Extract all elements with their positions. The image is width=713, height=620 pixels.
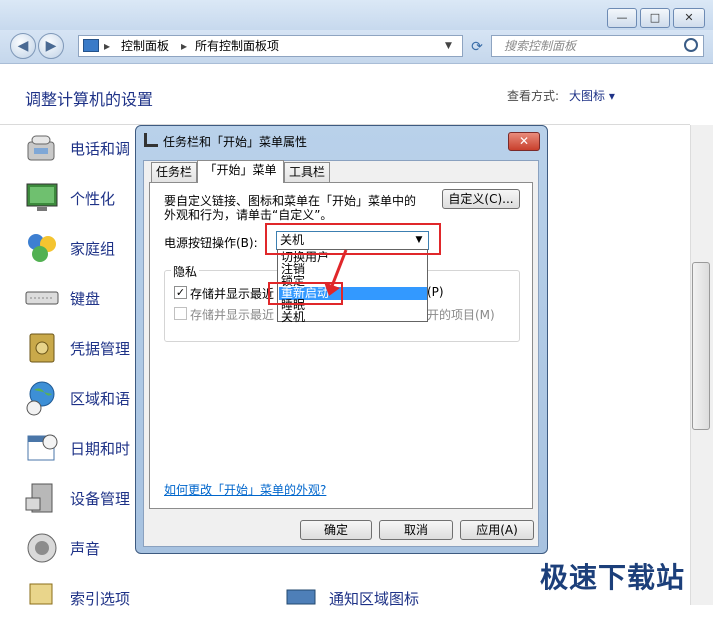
- control-panel-icon: [83, 39, 99, 52]
- speaker-icon: [24, 530, 60, 566]
- minimize-button[interactable]: —: [607, 8, 637, 28]
- watermark-logo: 极速下载站: [540, 561, 686, 594]
- item-label: 日期和时: [70, 440, 131, 458]
- personalization-icon: [24, 180, 60, 216]
- homegroup-icon: [24, 230, 60, 266]
- address-bar[interactable]: ▸ 控制面板 ▸ 所有控制面板项 ▼: [78, 35, 463, 57]
- globe-clock-icon: [24, 380, 60, 416]
- close-window-button[interactable]: ✕: [673, 8, 705, 28]
- breadcrumb-separator: ▸: [181, 39, 188, 53]
- breadcrumb-separator: ▸: [104, 39, 111, 53]
- privacy-option1-label: 存储并显示最近: [190, 287, 275, 301]
- item-label: 设备管理: [70, 490, 131, 508]
- back-arrow-icon: ◀: [17, 38, 29, 54]
- forward-button[interactable]: ▶: [38, 33, 64, 59]
- dialog-title: 任务栏和「开始」菜单属性: [163, 135, 308, 149]
- scrollbar-thumb[interactable]: [692, 262, 710, 430]
- view-by-label: 查看方式:: [507, 89, 560, 103]
- tab-taskbar[interactable]: 任务栏: [151, 162, 197, 182]
- refresh-icon[interactable]: ⟳: [468, 38, 486, 56]
- item-label: 通知区域图标: [329, 590, 420, 608]
- item-label: 区域和语: [70, 390, 131, 408]
- privacy-recent-programs-checkbox[interactable]: ✓: [174, 286, 187, 299]
- start-menu-appearance-link[interactable]: 如何更改「开始」菜单的外观?: [164, 481, 326, 498]
- indexing-icon: [24, 580, 60, 616]
- forward-arrow-icon: ▶: [45, 38, 57, 54]
- dialog-close-button[interactable]: ✕: [508, 132, 540, 151]
- device-manager-icon: [24, 480, 60, 516]
- tab-start-menu[interactable]: 「开始」菜单: [197, 160, 284, 183]
- item-label: 索引选项: [70, 590, 131, 608]
- item-label: 家庭组: [70, 240, 116, 258]
- phone-icon: [24, 130, 60, 166]
- description-line2: 外观和行为，请单击“自定义”。: [164, 208, 333, 222]
- privacy-option2-label: 存储并显示最近: [190, 308, 275, 322]
- address-dropdown-icon[interactable]: ▼: [445, 36, 452, 56]
- item-label: 键盘: [70, 290, 101, 308]
- back-button[interactable]: ◀: [10, 33, 36, 59]
- view-by-dropdown[interactable]: 大图标 ▾: [569, 89, 615, 103]
- item-label: 声音: [70, 540, 101, 558]
- customize-button[interactable]: 自定义(C)...: [442, 189, 520, 209]
- item-label: 个性化: [70, 190, 116, 208]
- apply-button[interactable]: 应用(A): [460, 520, 534, 540]
- privacy-recent-items-checkbox[interactable]: [174, 307, 187, 320]
- vault-icon: [24, 330, 60, 366]
- breadcrumb-control-panel[interactable]: 控制面板: [121, 36, 169, 56]
- privacy-group-label: 隐私: [171, 263, 200, 280]
- taskbar-icon: [144, 133, 158, 147]
- tab-toolbars[interactable]: 工具栏: [284, 162, 330, 182]
- option-shut-down[interactable]: 关机: [279, 311, 427, 324]
- cancel-button[interactable]: 取消: [379, 520, 453, 540]
- notification-icon: [283, 580, 319, 616]
- item-label: 凭据管理: [70, 340, 131, 358]
- search-icon[interactable]: [684, 38, 698, 52]
- keyboard-icon: [24, 280, 60, 316]
- item-label: 电话和调: [70, 140, 131, 158]
- calendar-clock-icon: [24, 430, 60, 466]
- maximize-button[interactable]: □: [640, 8, 670, 28]
- breadcrumb-all-items[interactable]: 所有控制面板项: [195, 36, 279, 56]
- page-title: 调整计算机的设置: [25, 90, 154, 109]
- ok-button[interactable]: 确定: [300, 520, 372, 540]
- power-button-label: 电源按钮操作(B):: [164, 236, 258, 250]
- view-by: 查看方式: 大图标 ▾: [507, 87, 615, 104]
- privacy-option2-shortcut: 开的项目(M): [427, 308, 495, 322]
- search-input[interactable]: 搜索控制面板: [491, 35, 704, 57]
- annotation-arrow-icon: [324, 249, 348, 296]
- privacy-option1-shortcut: (P): [427, 285, 444, 299]
